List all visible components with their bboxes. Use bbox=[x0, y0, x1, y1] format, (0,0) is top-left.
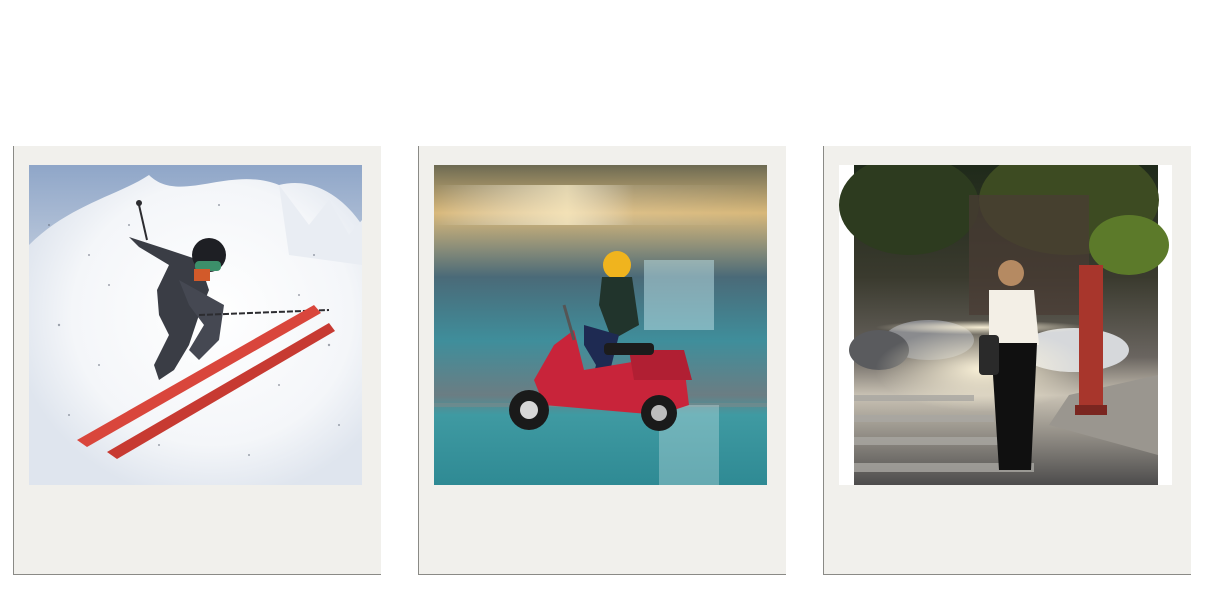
polaroid-frame-street bbox=[823, 146, 1191, 575]
photo-skier bbox=[29, 165, 362, 485]
scooter-image bbox=[434, 165, 767, 485]
photo-scooter bbox=[434, 165, 767, 485]
skier-image bbox=[29, 165, 362, 485]
polaroid-frame-skier bbox=[13, 146, 381, 575]
street-image bbox=[839, 165, 1172, 485]
photo-street bbox=[839, 165, 1172, 485]
polaroid-frame-scooter bbox=[418, 146, 786, 575]
